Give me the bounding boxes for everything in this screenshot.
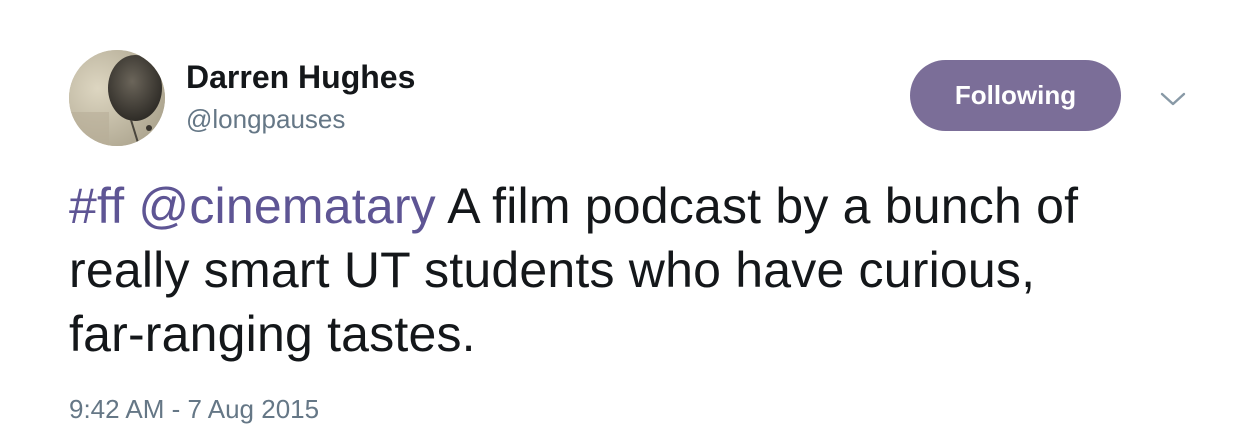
mention-link[interactable]: @cinematary [138,178,436,234]
hashtag-link[interactable]: #ff [69,178,124,234]
tweet-line-3: far-ranging tastes. [69,306,476,362]
tweet-line-1: #ff @cinematary A film podcast by a bunc… [69,174,1219,238]
chevron-down-icon [1160,92,1186,106]
more-options-button[interactable] [1156,84,1190,114]
avatar-image [69,50,165,146]
tweet-text: #ff @cinematary A film podcast by a bunc… [69,174,1219,366]
tweet-line-1-text: A film podcast by a bunch of [435,178,1079,234]
tweet-card: Darren Hughes @longpauses Following #ff … [0,0,1259,448]
user-handle[interactable]: @longpauses [186,103,345,135]
tweet-timestamp[interactable]: 9:42 AM - 7 Aug 2015 [69,393,319,425]
user-display-name[interactable]: Darren Hughes [186,58,415,96]
following-button[interactable]: Following [910,60,1121,131]
tweet-line-2: really smart UT students who have curiou… [69,242,1036,298]
avatar[interactable] [69,50,165,146]
